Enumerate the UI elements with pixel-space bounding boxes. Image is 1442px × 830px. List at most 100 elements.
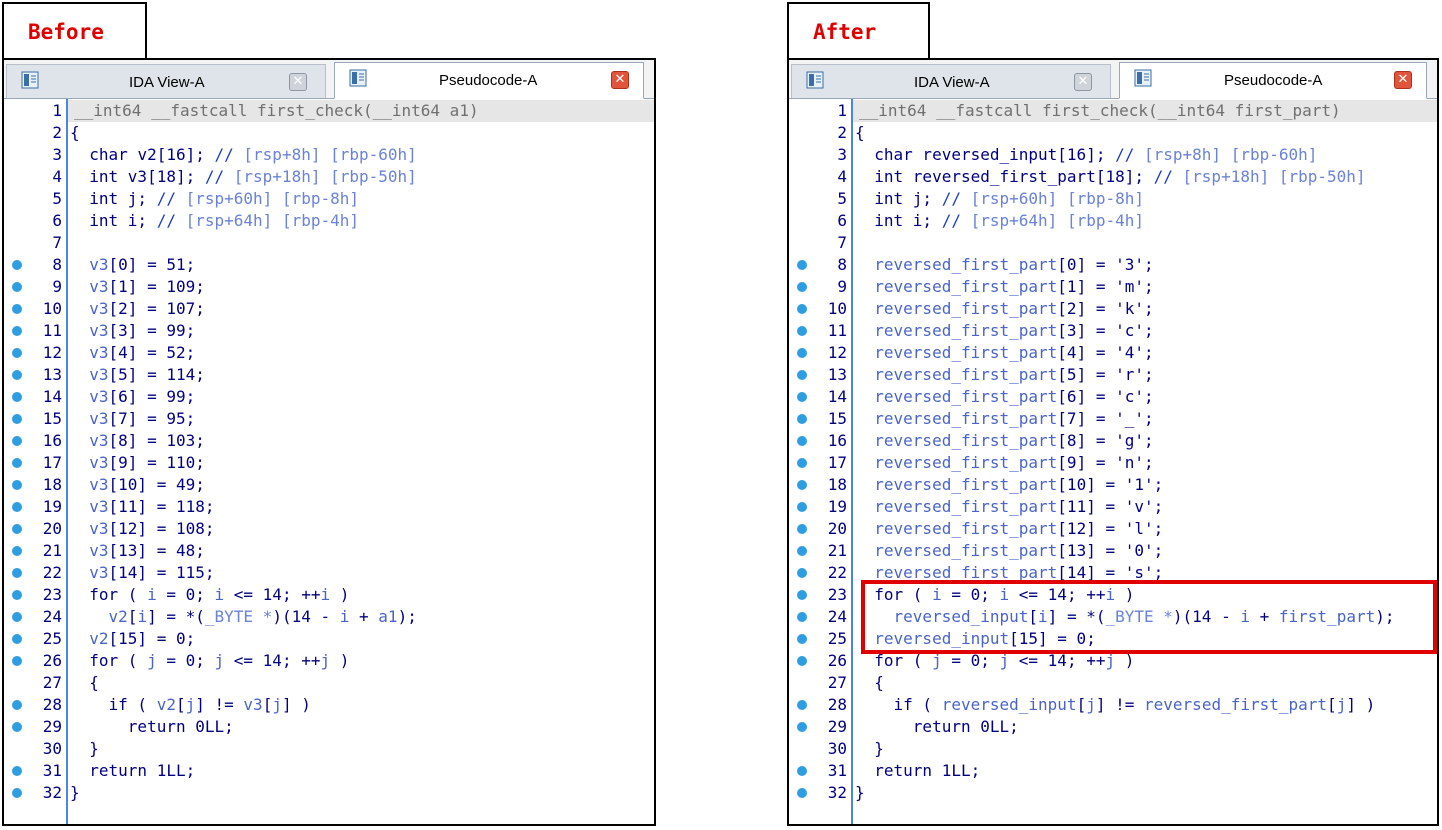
code-line[interactable]: 14 v3[6] = 99; (4, 386, 654, 408)
code-token: <= 14; ++ (224, 651, 321, 670)
code-token: } (855, 739, 884, 758)
code-line[interactable]: 9 v3[1] = 109; (4, 276, 654, 298)
tab-pseudocode-a[interactable]: Pseudocode-A ✕ (1119, 62, 1427, 99)
code-token: [2] = 107; (108, 299, 205, 318)
code-line[interactable]: 11 reversed_first_part[3] = 'c'; (789, 320, 1437, 342)
code-token: v3 (70, 541, 109, 560)
code-line[interactable]: 15 reversed_first_part[7] = '_'; (789, 408, 1437, 430)
code-text: } (70, 782, 80, 804)
line-number: 9 (52, 277, 62, 296)
code-line[interactable]: 10 v3[2] = 107; (4, 298, 654, 320)
code-line[interactable]: 4 int v3[18]; // [rsp+18h] [rbp-50h] (4, 166, 654, 188)
code-line[interactable]: 17 reversed_first_part[9] = 'n'; (789, 452, 1437, 474)
code-token: [3] = 'c'; (1057, 321, 1154, 340)
code-line[interactable]: 4 int reversed_first_part[18]; // [rsp+1… (789, 166, 1437, 188)
code-token: [rsp+60h] [rbp-8h] (970, 189, 1144, 208)
code-text: { (70, 122, 80, 144)
code-line[interactable]: 32} (4, 782, 654, 804)
code-line[interactable]: 8 v3[0] = 51; (4, 254, 654, 276)
code-line[interactable]: 18 v3[10] = 49; (4, 474, 654, 496)
line-number: 15 (42, 409, 62, 428)
code-line[interactable]: 31 return 1LL; (4, 760, 654, 782)
code-text: } (855, 738, 884, 760)
line-number: 28 (827, 695, 847, 714)
code-text: return 1LL; (855, 760, 980, 782)
code-line[interactable]: 28 if ( v2[j] != v3[j] ) (4, 694, 654, 716)
code-line[interactable]: 20 reversed_first_part[12] = 'l'; (789, 518, 1437, 540)
code-line[interactable]: 27 { (789, 672, 1437, 694)
code-line[interactable]: 16 reversed_first_part[8] = 'g'; (789, 430, 1437, 452)
code-line[interactable]: 31 return 1LL; (789, 760, 1437, 782)
code-token: j (320, 651, 331, 670)
code-line[interactable]: 9 reversed_first_part[1] = 'm'; (789, 276, 1437, 298)
code-text: v3[14] = 115; (70, 562, 214, 584)
code-line[interactable]: 21 reversed_first_part[13] = '0'; (789, 540, 1437, 562)
code-token: // (941, 189, 971, 208)
code-line[interactable]: 25 v2[15] = 0; (4, 628, 654, 650)
code-line[interactable]: 24 v2[i] = *(_BYTE *)(14 - i + a1); (4, 606, 654, 628)
line-number: 30 (827, 739, 847, 758)
code-token: reversed_first_part (1144, 695, 1328, 714)
code-line[interactable]: 7 (789, 232, 1437, 254)
code-line[interactable]: 19 reversed_first_part[11] = 'v'; (789, 496, 1437, 518)
code-line[interactable]: 32} (789, 782, 1437, 804)
code-line[interactable]: 3 char reversed_input[16]; // [rsp+8h] [… (789, 144, 1437, 166)
code-line[interactable]: 2{ (4, 122, 654, 144)
close-icon[interactable]: ✕ (611, 71, 629, 89)
code-token: [1] = 109; (108, 277, 205, 296)
code-line[interactable]: 30 } (789, 738, 1437, 760)
code-line[interactable]: 11 v3[3] = 99; (4, 320, 654, 342)
code-line[interactable]: 3 char v2[16]; // [rsp+8h] [rbp-60h] (4, 144, 654, 166)
code-line[interactable]: 30 } (4, 738, 654, 760)
code-token: [8] = 103; (108, 431, 205, 450)
code-line[interactable]: 8 reversed_first_part[0] = '3'; (789, 254, 1437, 276)
code-line[interactable]: 20 v3[12] = 108; (4, 518, 654, 540)
panel-label: Before (2, 2, 147, 58)
code-line[interactable]: 1 __int64 __fastcall first_check(__int64 … (52, 100, 654, 122)
code-line[interactable]: 5 int j; // [rsp+60h] [rbp-8h] (4, 188, 654, 210)
code-line[interactable]: 15 v3[7] = 95; (4, 408, 654, 430)
code-view[interactable]: 1 __int64 __fastcall first_check(__int64 … (789, 99, 1437, 824)
code-line[interactable]: 29 return 0LL; (789, 716, 1437, 738)
code-token: v3 (70, 563, 109, 582)
code-token: [4] = '4'; (1057, 343, 1154, 362)
code-line[interactable]: 5 int j; // [rsp+60h] [rbp-8h] (789, 188, 1437, 210)
code-line[interactable]: 18 reversed_first_part[10] = '1'; (789, 474, 1437, 496)
close-icon[interactable]: ✕ (1074, 73, 1092, 91)
code-line[interactable]: 6 int i; // [rsp+64h] [rbp-4h] (789, 210, 1437, 232)
tab-ida-view-a[interactable]: IDA View-A ✕ (791, 64, 1111, 98)
code-line[interactable]: 26 for ( j = 0; j <= 14; ++j ) (4, 650, 654, 672)
close-icon[interactable]: ✕ (289, 73, 307, 91)
code-token: )(14 - (272, 607, 340, 626)
close-icon[interactable]: ✕ (1394, 71, 1412, 89)
code-line[interactable]: 22 v3[14] = 115; (4, 562, 654, 584)
code-token: int v3[18]; (70, 167, 205, 186)
code-line[interactable]: 17 v3[9] = 110; (4, 452, 654, 474)
code-line[interactable]: 27 { (4, 672, 654, 694)
line-number: 2 (837, 123, 847, 142)
code-line[interactable]: 1 __int64 __fastcall first_check(__int64 … (837, 100, 1437, 122)
code-line[interactable]: 12 v3[4] = 52; (4, 342, 654, 364)
code-line[interactable]: 16 v3[8] = 103; (4, 430, 654, 452)
code-line[interactable]: 23 for ( i = 0; i <= 14; ++i ) (4, 584, 654, 606)
code-line[interactable]: 6 int i; // [rsp+64h] [rbp-4h] (4, 210, 654, 232)
line-number: 27 (42, 673, 62, 692)
code-text: } (70, 738, 99, 760)
code-line[interactable]: 14 reversed_first_part[6] = 'c'; (789, 386, 1437, 408)
code-line[interactable]: 2{ (789, 122, 1437, 144)
code-view[interactable]: 1 __int64 __fastcall first_check(__int64 … (4, 99, 654, 824)
code-line[interactable]: 12 reversed_first_part[4] = '4'; (789, 342, 1437, 364)
code-line[interactable]: 28 if ( reversed_input[j] != reversed_fi… (789, 694, 1437, 716)
code-token: [0] = '3'; (1057, 255, 1154, 274)
code-token: [10] = 49; (108, 475, 205, 494)
code-line[interactable]: 29 return 0LL; (4, 716, 654, 738)
line-number: 2 (52, 123, 62, 142)
tab-ida-view-a[interactable]: IDA View-A ✕ (6, 64, 326, 98)
tab-pseudocode-a[interactable]: Pseudocode-A ✕ (334, 62, 644, 99)
code-line[interactable]: 21 v3[13] = 48; (4, 540, 654, 562)
code-line[interactable]: 10 reversed_first_part[2] = 'k'; (789, 298, 1437, 320)
code-line[interactable]: 7 (4, 232, 654, 254)
code-line[interactable]: 13 v3[5] = 114; (4, 364, 654, 386)
code-line[interactable]: 13 reversed_first_part[5] = 'r'; (789, 364, 1437, 386)
code-line[interactable]: 19 v3[11] = 118; (4, 496, 654, 518)
